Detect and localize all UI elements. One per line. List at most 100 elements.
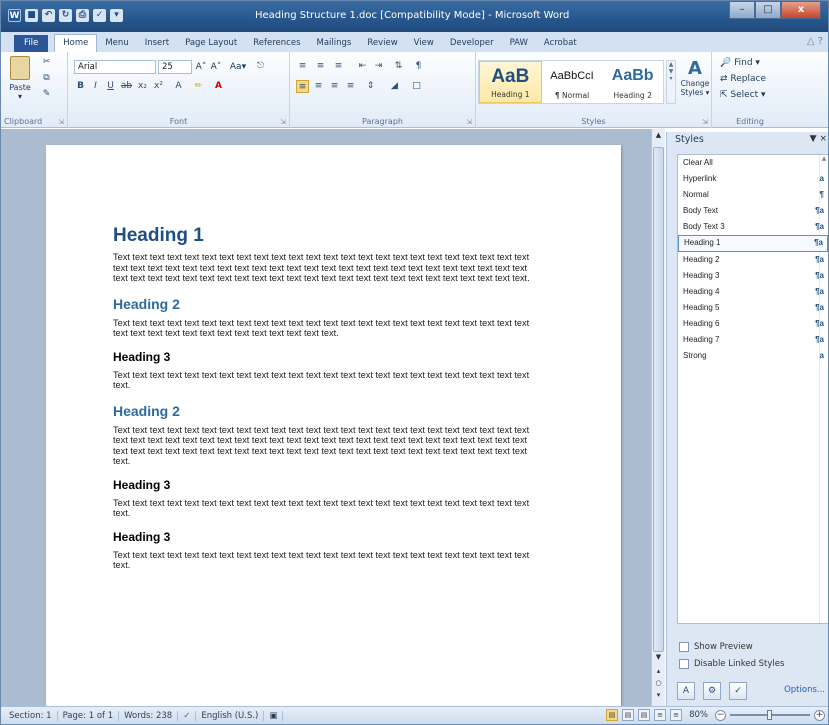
checkbox-box[interactable] [679, 659, 689, 669]
change-styles-button[interactable]: A Change Styles ▾ [680, 58, 710, 97]
tab-mailings[interactable]: Mailings [309, 35, 360, 52]
tab-paw[interactable]: PAW [502, 35, 536, 52]
heading-3[interactable]: Heading 3 [113, 350, 543, 364]
superscript-icon[interactable]: x² [152, 80, 165, 93]
shading-icon[interactable]: ◢ [388, 80, 401, 93]
justify-icon[interactable]: ≡ [344, 80, 357, 93]
heading-2[interactable]: Heading 2 [113, 296, 543, 312]
grow-font-button[interactable]: A˄ [194, 60, 208, 74]
clipboard-launcher-icon[interactable]: ⇲ [58, 118, 64, 126]
style-item[interactable]: Normal ¶ [678, 187, 828, 203]
body-paragraph[interactable]: Text text text text text text text text … [113, 425, 543, 467]
maximize-button[interactable]: □ [755, 1, 781, 19]
show-preview-checkbox[interactable]: Show Preview [679, 642, 753, 652]
close-button[interactable]: x [781, 1, 821, 19]
line-spacing-icon[interactable]: ⇕ [364, 80, 377, 93]
zoom-level[interactable]: 80% [689, 710, 708, 720]
show-formatting-marks-icon[interactable]: ¶ [412, 60, 425, 73]
text-effects-icon[interactable]: A [172, 80, 185, 93]
style-item[interactable]: Heading 7 ¶a [678, 332, 828, 348]
full-screen-reading-view-icon[interactable]: ▤ [622, 709, 635, 721]
heading-1[interactable]: Heading 1 [113, 225, 543, 247]
select-browse-object-icon[interactable]: ○ [652, 679, 665, 687]
tab-references[interactable]: References [245, 35, 308, 52]
format-painter-icon[interactable]: ✓ [93, 9, 106, 22]
help-icon[interactable]: △ ? [807, 36, 823, 47]
underline-icon[interactable]: U [104, 80, 117, 93]
style-inspector-button[interactable]: ⚙ [703, 682, 721, 700]
heading-3[interactable]: Heading 3 [113, 478, 543, 492]
body-paragraph[interactable]: Text text text text text text text text … [113, 498, 543, 519]
clear-formatting-icon[interactable]: ⎋ [254, 60, 267, 73]
status-page[interactable]: Page: 1 of 1 [58, 711, 120, 721]
draft-view-icon[interactable]: ≡ [670, 709, 683, 721]
scroll-thumb[interactable] [653, 147, 664, 652]
highlight-icon[interactable]: ✏ [192, 80, 205, 93]
align-left-icon[interactable]: ≡ [296, 80, 309, 93]
redo-icon[interactable]: ↻ [59, 9, 72, 22]
previous-page-icon[interactable]: ▴ [652, 667, 665, 675]
status-language[interactable]: English (U.S.) [196, 711, 265, 721]
styles-launcher-icon[interactable]: ⇲ [702, 118, 708, 126]
document-page[interactable]: Heading 1 Text text text text text text t… [46, 145, 621, 706]
replace-button[interactable]: ⇄ Replace [720, 72, 766, 86]
next-page-icon[interactable]: ▾ [652, 691, 665, 699]
sort-icon[interactable]: ⇅ [392, 60, 405, 73]
tab-home[interactable]: Home [54, 34, 98, 52]
proofing-icon[interactable]: ✓ [178, 711, 197, 721]
new-style-button[interactable]: A [677, 682, 695, 700]
zoom-in-button[interactable]: + [814, 709, 825, 721]
style-item[interactable]: Strong a [678, 348, 828, 364]
options-link[interactable]: Options... [784, 685, 825, 695]
tab-acrobat[interactable]: Acrobat [536, 35, 585, 52]
font-color-icon[interactable]: A [212, 80, 225, 93]
change-case-button[interactable]: Aa▾ [226, 60, 250, 74]
style-item[interactable]: Heading 6 ¶a [678, 316, 828, 332]
style-item[interactable]: Hyperlink a [678, 171, 828, 187]
borders-icon[interactable]: □ [410, 80, 423, 93]
disable-linked-styles-checkbox[interactable]: Disable Linked Styles [679, 659, 784, 669]
tab-menu[interactable]: Menu [97, 35, 136, 52]
zoom-out-button[interactable]: − [715, 709, 726, 721]
subscript-icon[interactable]: x₂ [136, 80, 149, 93]
style-item[interactable]: Heading 2 ¶a [678, 252, 828, 268]
find-button[interactable]: 🔎 Find ▾ [720, 56, 760, 70]
tab-file[interactable]: File [14, 35, 49, 52]
multilevel-list-icon[interactable]: ≡ [332, 60, 345, 73]
style-item[interactable]: Heading 5 ¶a [678, 300, 828, 316]
print-icon[interactable]: ⎙ [76, 9, 89, 22]
scroll-down-icon[interactable]: ▼ [652, 653, 665, 661]
word-app-icon[interactable]: W [8, 9, 21, 22]
body-paragraph[interactable]: Text text text text text text text text … [113, 370, 543, 391]
style-item[interactable]: Heading 1 ¶a [678, 235, 828, 252]
style-item[interactable]: Clear All [678, 155, 828, 171]
style-item[interactable]: Heading 4 ¶a [678, 284, 828, 300]
gallery-style-normal[interactable]: AaBbCcI ¶ Normal [542, 61, 603, 103]
manage-styles-button[interactable]: ✓ [729, 682, 747, 700]
tab-review[interactable]: Review [359, 35, 405, 52]
tab-view[interactable]: View [406, 35, 442, 52]
zoom-slider-thumb[interactable] [767, 710, 772, 720]
bold-icon[interactable]: B [74, 80, 87, 93]
select-button[interactable]: ⇱ Select ▾ [720, 88, 766, 102]
copy-icon[interactable]: ⧉ [40, 72, 53, 85]
gallery-style-heading-2[interactable]: AaBb Heading 2 [602, 61, 663, 103]
undo-icon[interactable]: ↶ [42, 9, 55, 22]
italic-icon[interactable]: I [89, 80, 102, 93]
bullets-icon[interactable]: ≡ [296, 60, 309, 73]
paste-button[interactable]: Paste ▾ [6, 56, 34, 101]
heading-3[interactable]: Heading 3 [113, 530, 543, 544]
outline-view-icon[interactable]: ≡ [654, 709, 667, 721]
vertical-scrollbar[interactable]: ▲ ▼ ▴ ○ ▾ [651, 129, 665, 706]
increase-indent-icon[interactable]: ⇥ [372, 60, 385, 73]
font-launcher-icon[interactable]: ⇲ [280, 118, 286, 126]
cut-icon[interactable]: ✂ [40, 56, 53, 69]
font-name-combo[interactable]: Arial [74, 60, 156, 74]
customize-toolbar-icon[interactable]: ▾ [110, 9, 123, 22]
heading-2[interactable]: Heading 2 [113, 403, 543, 419]
document-body[interactable]: Heading 1 Text text text text text text t… [113, 225, 543, 571]
tab-insert[interactable]: Insert [137, 35, 177, 52]
status-section[interactable]: Section: 1 [4, 711, 58, 721]
format-painter-icon[interactable]: ✎ [40, 88, 53, 101]
pane-options-icon[interactable]: ▼ × [810, 134, 827, 144]
